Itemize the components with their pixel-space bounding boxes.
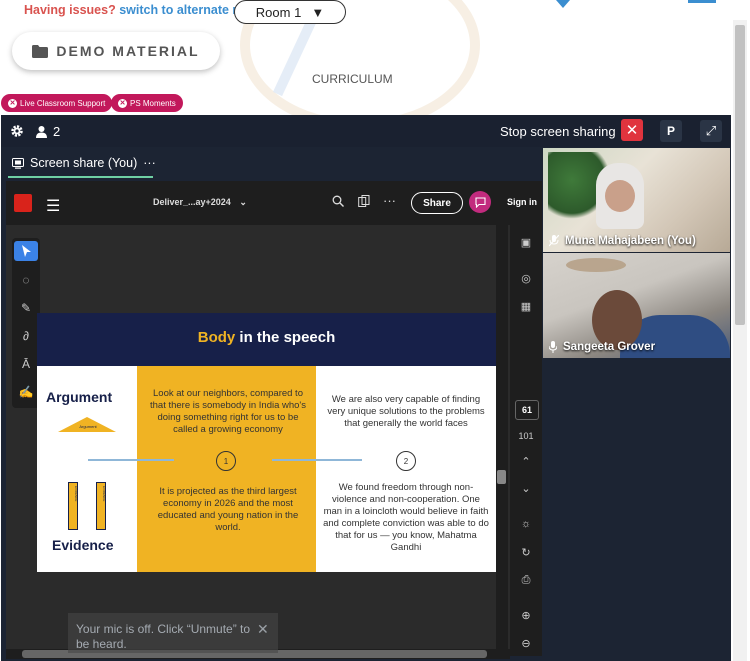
tab-screen-share[interactable]: Screen share (You) ··· (12, 156, 156, 170)
number-badge: 2 (396, 451, 416, 471)
tab-underline (8, 176, 153, 178)
argument-white-text: We are also very capable of finding very… (327, 394, 485, 429)
chevron-down-icon: ⌄ (239, 197, 247, 207)
number-badge: 1 (216, 451, 236, 471)
page-up-icon[interactable]: ⌃ (515, 451, 537, 471)
more-icon[interactable]: ··· (143, 156, 156, 170)
pill-label: PS Moments (130, 98, 176, 108)
share-button[interactable]: Share (411, 192, 463, 214)
comment-icon[interactable] (469, 191, 491, 213)
select-cursor-icon[interactable] (14, 241, 38, 261)
participant-name: Muna Mahajabeen (You) (565, 235, 696, 247)
rotate-icon[interactable]: ↻ (515, 542, 537, 562)
gear-icon[interactable] (10, 124, 24, 138)
text-select-icon[interactable]: Ā (14, 354, 38, 374)
pages-icon[interactable] (358, 195, 370, 210)
file-name: Deliver_...ay+2024 (153, 197, 231, 207)
page-down-icon[interactable]: ⌄ (515, 478, 537, 498)
participant-name: Sangeeta Grover (563, 341, 656, 353)
participant-count: 2 (53, 124, 61, 139)
page-scrollbar-thumb[interactable] (735, 25, 745, 325)
stamp-icon[interactable]: ✍ (14, 382, 38, 402)
slide-title-rest: in the speech (235, 329, 336, 346)
close-icon: ✕ (118, 98, 127, 108)
comment-panel-icon[interactable]: ◎ (515, 268, 537, 288)
save-file-icon[interactable]: ⎙ (515, 570, 537, 590)
lasso-icon[interactable]: ∂ (14, 326, 38, 346)
pdf-vertical-scrollbar[interactable] (496, 225, 508, 649)
header-accent-bar (688, 0, 716, 3)
acrobat-logo-icon (14, 194, 32, 212)
person-icon (36, 125, 47, 138)
curriculum-label: CURRICULUM (312, 72, 393, 86)
issue-prefix: Having issues? (24, 3, 116, 17)
more-options-icon[interactable]: ··· (383, 193, 396, 208)
mic-off-toast-text: Your mic is off. Click “Unmute” to be he… (76, 622, 251, 651)
issue-notice: Having issues? switch to alternate room (24, 3, 264, 17)
argument-yellow-text: Look at our neighbors, compared to that … (149, 388, 306, 435)
stop-sharing-label: Stop screen sharing (500, 124, 616, 139)
video-name-self: Muna Mahajabeen (You) (549, 235, 696, 247)
video-name-participant: Sangeeta Grover (549, 341, 655, 353)
caret-down-icon: ▼ (311, 4, 325, 20)
evidence-bar-text: EVIDENCE (102, 486, 106, 502)
live-classroom-support-button[interactable]: ✕ Live Classroom Support (1, 94, 113, 112)
ai-assistant-icon[interactable]: ▣ (515, 232, 537, 252)
dropdown-indicator-icon[interactable] (556, 0, 570, 8)
thumbnails-icon[interactable]: ▦ (515, 296, 537, 316)
connector-line (88, 459, 174, 461)
current-page-field[interactable]: 61 (515, 400, 539, 420)
hamburger-menu-icon[interactable]: ☰ (46, 196, 60, 216)
evidence-label: Evidence (52, 537, 114, 553)
stop-sharing-button[interactable]: ✕ (621, 119, 643, 141)
pill-label: Live Classroom Support (20, 98, 106, 108)
room-label: Room 1 (255, 4, 302, 20)
zoom-out-icon[interactable]: ⊖ (515, 633, 537, 653)
close-icon: ✕ (8, 98, 17, 108)
comment-tool-icon[interactable]: ◌ (14, 270, 38, 290)
zoom-in-icon[interactable]: ⊕ (515, 605, 537, 625)
slide-title: Body in the speech (37, 329, 496, 346)
close-icon[interactable]: ✕ (257, 621, 269, 638)
brightness-icon[interactable]: ☼ (515, 514, 537, 534)
participants-button[interactable]: 2 (36, 124, 60, 139)
ps-moments-button[interactable]: ✕ PS Moments (111, 94, 183, 112)
tab-label: Screen share (You) (30, 156, 138, 170)
evidence-white-text: We found freedom through non-violence an… (323, 482, 489, 553)
participant-face (605, 180, 635, 212)
total-pages: 101 (518, 431, 534, 441)
background-ceiling-fan (566, 258, 626, 272)
mic-icon (549, 341, 557, 353)
argument-mini-label: Argument (79, 424, 97, 429)
evidence-bar-text: EVIDENCE (74, 486, 78, 502)
demo-material-button[interactable]: DEMO MATERIAL (12, 32, 220, 70)
room-selector[interactable]: Room 1 ▼ (234, 0, 346, 24)
search-icon[interactable] (332, 195, 344, 210)
connector-line (272, 459, 362, 461)
mic-muted-icon (549, 235, 559, 247)
demo-material-label: DEMO MATERIAL (56, 43, 200, 59)
folder-icon (32, 44, 49, 58)
evidence-yellow-text: It is projected as the third largest eco… (157, 486, 299, 533)
slide-title-highlight: Body (197, 329, 236, 346)
argument-label: Argument (46, 389, 113, 405)
pdf-vertical-scrollbar-thumb[interactable] (497, 470, 506, 484)
pen-icon[interactable]: ✎ (14, 298, 38, 318)
screen-share-icon (12, 157, 24, 169)
expand-icon[interactable]: ⤢ (700, 120, 722, 142)
presenter-button[interactable]: P (660, 120, 682, 142)
file-name-dropdown[interactable]: Deliver_...ay+2024 ⌄ (153, 197, 247, 208)
sign-in-link[interactable]: Sign in (507, 197, 537, 207)
